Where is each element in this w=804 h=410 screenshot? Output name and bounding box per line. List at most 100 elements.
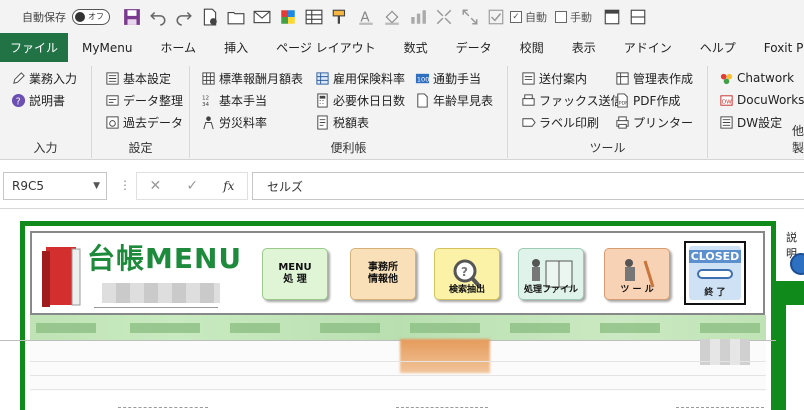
autosave-label: 自動保存 bbox=[22, 10, 66, 24]
standard-salary-table-button[interactable]: 標準報酬月額表 bbox=[200, 68, 303, 88]
tools-label: ツ ー ル bbox=[620, 284, 654, 295]
office-info-line1: 事務所 bbox=[368, 261, 398, 273]
docuworks-button[interactable]: DW DocuWorks bbox=[718, 90, 804, 110]
tax-document-icon bbox=[314, 114, 330, 130]
undo-icon[interactable] bbox=[146, 5, 170, 29]
printer-button[interactable]: プリンター bbox=[614, 112, 693, 132]
more-options-icon[interactable]: ⋮ bbox=[119, 178, 131, 192]
svg-text:12: 12 bbox=[201, 95, 208, 101]
office-info-button[interactable]: 事務所 情報他 bbox=[350, 248, 416, 300]
cover-letter-label: 送付案内 bbox=[539, 71, 588, 86]
label-print-button[interactable]: ラベル印刷 bbox=[520, 112, 599, 132]
basic-settings-button[interactable]: 基本設定 bbox=[104, 68, 171, 88]
tab-help[interactable]: ヘルプ bbox=[686, 33, 750, 62]
commute-number-icon: 100 bbox=[414, 70, 430, 86]
basic-allowance-button[interactable]: 12 34 基本手当 bbox=[200, 90, 267, 110]
manual-button[interactable]: ? 説明書 bbox=[10, 90, 65, 110]
window-single-icon[interactable] bbox=[600, 5, 624, 29]
tab-data[interactable]: データ bbox=[442, 33, 506, 62]
label-print-label: ラベル印刷 bbox=[539, 115, 600, 130]
chevron-down-icon[interactable]: ▼ bbox=[93, 181, 100, 191]
formula-input[interactable]: セルズ bbox=[252, 172, 804, 200]
fill-color-icon[interactable] bbox=[380, 5, 404, 29]
commute-allowance-button[interactable]: 100 通勤手当 bbox=[414, 68, 481, 88]
required-holidays-button[interactable]: 必要休日日数 bbox=[314, 90, 405, 110]
cancel-icon[interactable]: ✕ bbox=[150, 178, 162, 194]
tab-home[interactable]: ホーム bbox=[146, 33, 210, 62]
quick-access-toolbar: 自動保存 オフ A ✓ 自動 手動 bbox=[0, 0, 804, 33]
fax-send-button[interactable]: ファックス送信 bbox=[520, 90, 623, 110]
data-cleanup-button[interactable]: データ整理 bbox=[104, 90, 183, 110]
chatwork-button[interactable]: Chatwork bbox=[718, 68, 794, 88]
window-split-icon[interactable] bbox=[626, 5, 650, 29]
close-label: 終 了 bbox=[704, 288, 726, 298]
workers-comp-rate-button[interactable]: 労災料率 bbox=[200, 112, 267, 132]
check-icon[interactable] bbox=[484, 5, 508, 29]
tab-page-layout[interactable]: ページ レイアウト bbox=[262, 33, 390, 62]
tab-insert[interactable]: 挿入 bbox=[210, 33, 262, 62]
employment-insurance-rate-button[interactable]: 雇用保険料率 bbox=[314, 68, 405, 88]
employment-insurance-rate-label: 雇用保険料率 bbox=[333, 71, 406, 86]
process-file-button[interactable]: 処理ファイル bbox=[518, 248, 584, 300]
group-other-products: Chatwork DW DocuWorks DW設定 他社製品 bbox=[708, 66, 804, 158]
chatwork-label: Chatwork bbox=[737, 71, 795, 85]
worker-icon bbox=[200, 114, 216, 130]
tab-formulas[interactable]: 数式 bbox=[390, 33, 442, 62]
worksheet-area[interactable]: 台帳MENU MENU 処 理 事務所 情報他 ? 検索抽出 処理ファイル ツ bbox=[0, 208, 804, 410]
color-palette-icon[interactable] bbox=[276, 5, 300, 29]
expand-icon[interactable] bbox=[458, 5, 482, 29]
management-sheet-button[interactable]: 管理表作成 bbox=[614, 68, 693, 88]
close-button[interactable]: CLOSED 終 了 bbox=[684, 241, 746, 305]
autosave-toggle[interactable]: オフ bbox=[72, 8, 110, 25]
format-painter-icon[interactable] bbox=[328, 5, 352, 29]
insert-function-icon[interactable]: fx bbox=[223, 179, 234, 193]
formula-bar: R9C5 ▼ ⋮ ✕ ✓ fx セルズ bbox=[0, 168, 804, 204]
redo-icon[interactable] bbox=[172, 5, 196, 29]
tab-foxit-pdf[interactable]: Foxit PDF bbox=[750, 33, 804, 62]
auto-calc-label: 自動 bbox=[525, 10, 547, 24]
open-folder-icon[interactable] bbox=[224, 5, 248, 29]
auto-calc-checkbox[interactable]: ✓ 自動 bbox=[510, 9, 547, 25]
past-data-button[interactable]: 過去データ bbox=[104, 112, 183, 132]
confirm-icon[interactable]: ✓ bbox=[186, 178, 198, 194]
search-extract-button[interactable]: ? 検索抽出 bbox=[434, 248, 500, 300]
tab-mymenu[interactable]: MyMenu bbox=[68, 33, 146, 62]
cover-letter-button[interactable]: 送付案内 bbox=[520, 68, 587, 88]
docuworks-icon: DW bbox=[718, 92, 734, 108]
tab-addins[interactable]: アドイン bbox=[610, 33, 686, 62]
save-icon[interactable] bbox=[120, 5, 144, 29]
font-color-icon[interactable]: A bbox=[354, 5, 378, 29]
menu-process-button[interactable]: MENU 処 理 bbox=[262, 248, 328, 300]
tab-review[interactable]: 校閲 bbox=[506, 33, 558, 62]
age-chart-button[interactable]: 年齢早見表 bbox=[414, 90, 493, 110]
printer-label: プリンター bbox=[633, 115, 694, 130]
business-input-button[interactable]: 業務入力 bbox=[10, 68, 77, 88]
group-settings-label: 設定 bbox=[128, 141, 153, 155]
manual-calc-checkbox[interactable]: 手動 bbox=[555, 9, 592, 25]
tools-button[interactable]: ツ ー ル bbox=[604, 248, 670, 300]
svg-text:34: 34 bbox=[201, 102, 209, 108]
tab-file[interactable]: ファイル bbox=[0, 33, 69, 62]
table-icon[interactable] bbox=[302, 5, 326, 29]
excel-window: 自動保存 オフ A ✓ 自動 手動 ファイル MyMenu ホーム 挿入 ページ… bbox=[0, 0, 804, 410]
pdf-create-button[interactable]: PDF PDF作成 bbox=[614, 90, 680, 110]
new-document-icon[interactable] bbox=[198, 5, 222, 29]
standard-salary-table-label: 標準報酬月額表 bbox=[219, 71, 304, 86]
closed-sign: CLOSED 終 了 bbox=[689, 246, 741, 300]
tax-table-button[interactable]: 税額表 bbox=[314, 112, 369, 132]
chart-icon[interactable] bbox=[406, 5, 430, 29]
email-icon[interactable] bbox=[250, 5, 274, 29]
dw-settings-button[interactable]: DW設定 bbox=[718, 112, 782, 132]
chatwork-icon bbox=[718, 70, 734, 86]
group-input: 業務入力 ? 説明書 入力 bbox=[0, 66, 92, 158]
no-entry-icon bbox=[697, 269, 733, 279]
shrink-icon[interactable] bbox=[432, 5, 456, 29]
svg-text:PDF: PDF bbox=[618, 100, 627, 106]
fax-icon bbox=[520, 92, 536, 108]
help-circle-icon[interactable] bbox=[790, 253, 804, 275]
name-box[interactable]: R9C5 ▼ bbox=[3, 172, 107, 200]
required-holidays-label: 必要休日日数 bbox=[333, 93, 406, 108]
age-chart-label: 年齢早見表 bbox=[433, 93, 494, 108]
group-handbook-label: 便利帳 bbox=[330, 141, 367, 155]
tab-view[interactable]: 表示 bbox=[558, 33, 610, 62]
